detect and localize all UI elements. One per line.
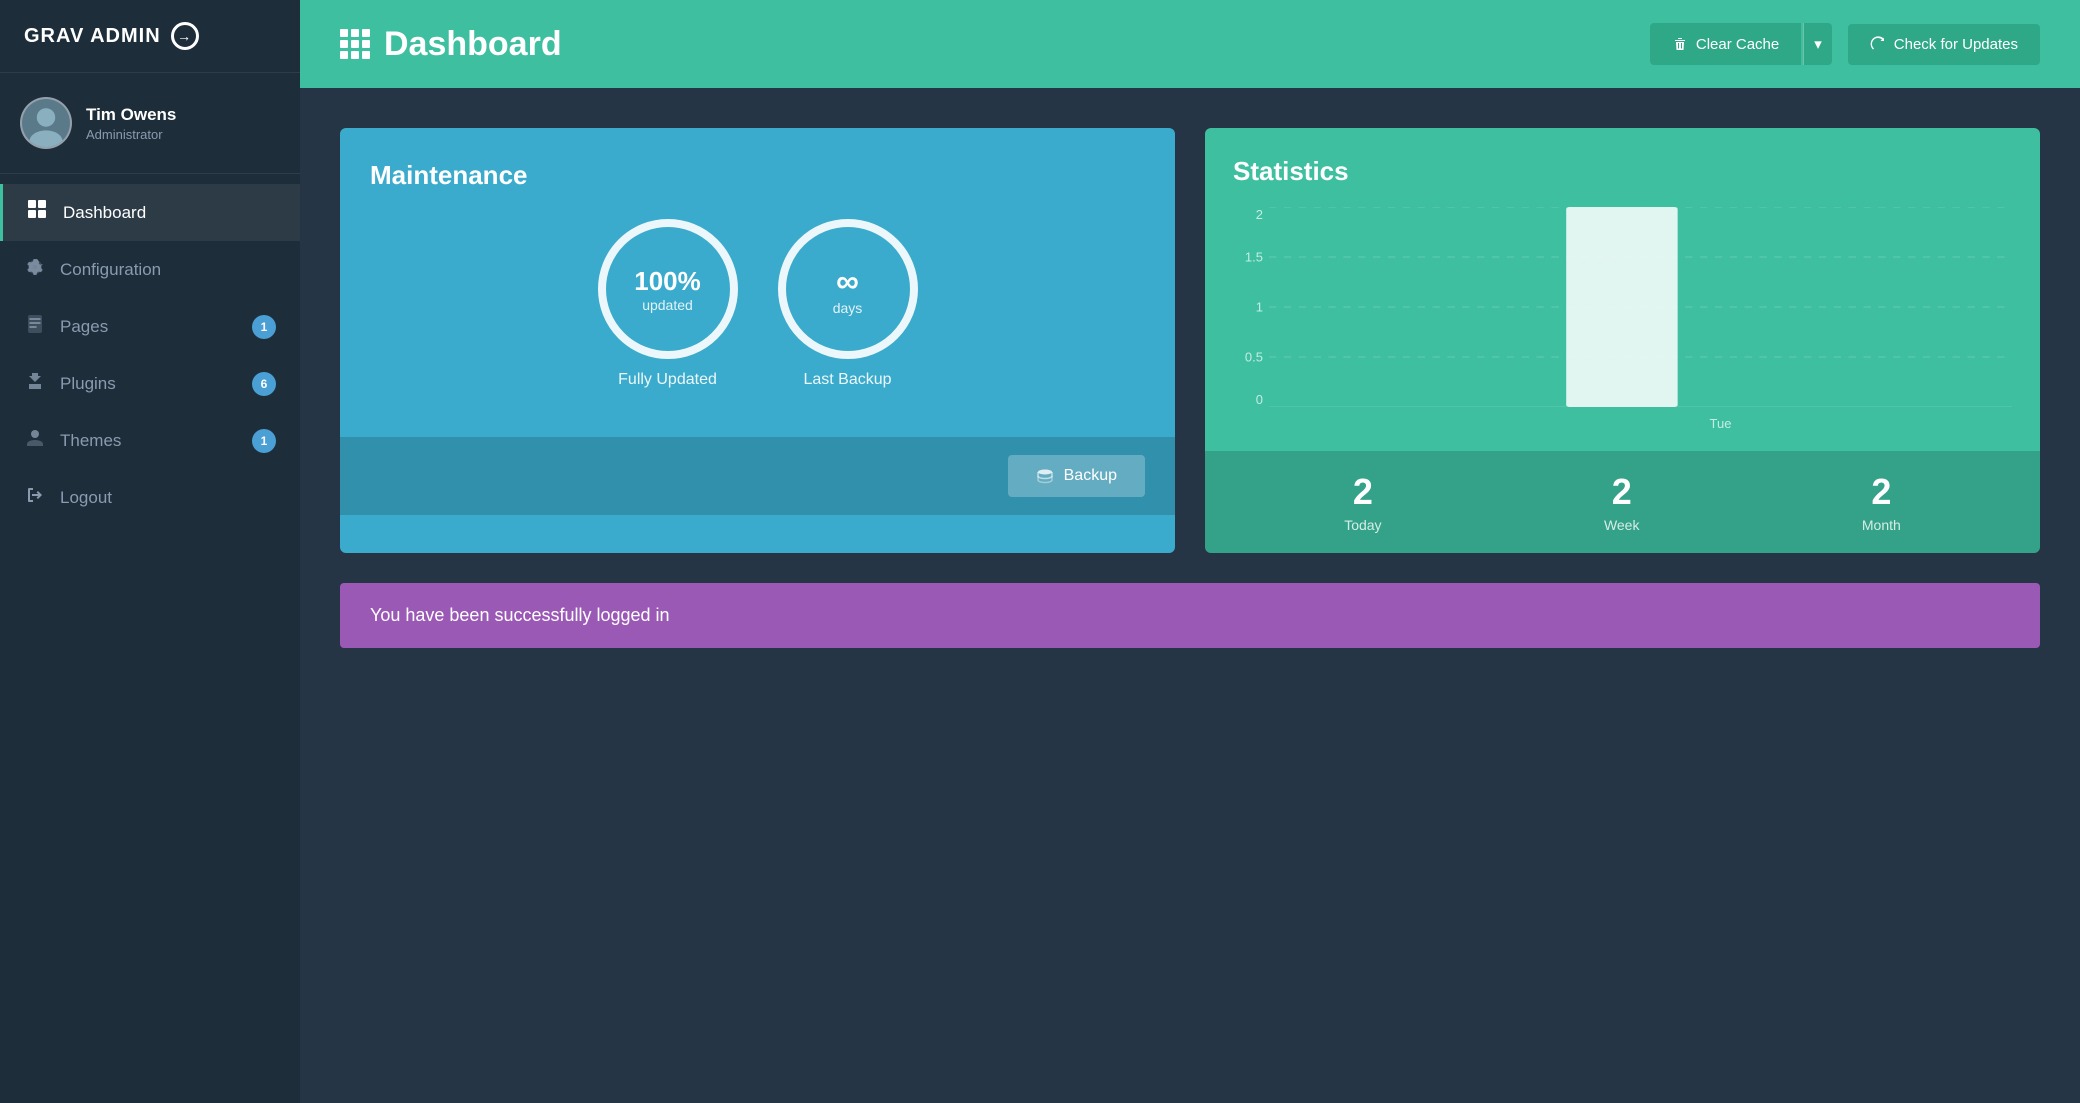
- plugins-badge: 6: [252, 372, 276, 396]
- statistics-footer: 2 Today 2 Week 2 Month: [1205, 451, 2040, 553]
- maintenance-footer: Backup: [340, 437, 1175, 515]
- updated-caption: Fully Updated: [618, 371, 717, 389]
- clear-cache-dropdown-button[interactable]: ▾: [1803, 23, 1832, 65]
- brand-icon: →: [171, 22, 199, 50]
- y-label-1: 1: [1256, 300, 1263, 315]
- stat-month: 2 Month: [1862, 471, 1901, 533]
- user-profile: Tim Owens Administrator: [0, 73, 300, 174]
- sidebar-item-themes[interactable]: Themes 1: [0, 412, 300, 469]
- stat-week-value: 2: [1604, 471, 1640, 513]
- success-message: You have been successfully logged in: [370, 605, 670, 625]
- success-banner: You have been successfully logged in: [340, 583, 2040, 648]
- x-label-tue: Tue: [1710, 416, 1732, 431]
- sidebar-item-label: Dashboard: [63, 203, 146, 223]
- sidebar-item-label: Plugins: [60, 374, 116, 394]
- statistics-title: Statistics: [1233, 156, 2012, 187]
- updated-ring: 100% updated: [598, 219, 738, 359]
- updated-value: 100%: [634, 266, 701, 297]
- dashboard-icon: [27, 200, 49, 225]
- header: Dashboard Clear Cache ▾ Check for Update…: [300, 0, 2080, 88]
- plugins-icon: [24, 371, 46, 396]
- sidebar-item-logout[interactable]: Logout: [0, 469, 300, 526]
- user-name: Tim Owens: [86, 105, 176, 125]
- backup-label: days: [833, 300, 863, 316]
- stat-week-label: Week: [1604, 517, 1640, 533]
- sidebar-item-pages[interactable]: Pages 1: [0, 298, 300, 355]
- stat-today: 2 Today: [1344, 471, 1381, 533]
- header-title-area: Dashboard: [340, 25, 1634, 64]
- themes-icon: [24, 428, 46, 453]
- check-updates-button[interactable]: Check for Updates: [1848, 24, 2040, 65]
- dropdown-chevron-icon: ▾: [1814, 36, 1822, 53]
- clear-cache-button[interactable]: Clear Cache: [1650, 23, 1801, 65]
- stat-week: 2 Week: [1604, 471, 1640, 533]
- stat-month-label: Month: [1862, 517, 1901, 533]
- backup-button[interactable]: Backup: [1008, 455, 1145, 497]
- dashboard-grid: Maintenance 100% updated Fully Updated ∞: [340, 128, 2040, 553]
- themes-badge: 1: [252, 429, 276, 453]
- clear-cache-group: Clear Cache ▾: [1650, 23, 1832, 65]
- trash-icon: [1672, 36, 1688, 52]
- sidebar-item-label: Themes: [60, 431, 121, 451]
- user-role: Administrator: [86, 127, 176, 142]
- backup-value: ∞: [836, 263, 859, 300]
- sidebar-item-dashboard[interactable]: Dashboard: [0, 184, 300, 241]
- sidebar-item-label: Pages: [60, 317, 108, 337]
- maintenance-card: Maintenance 100% updated Fully Updated ∞: [340, 128, 1175, 553]
- stat-today-label: Today: [1344, 517, 1381, 533]
- backup-circle-item: ∞ days Last Backup: [778, 219, 918, 389]
- y-label-2: 2: [1256, 207, 1263, 222]
- refresh-icon: [1870, 36, 1886, 52]
- y-label-0: 0: [1256, 392, 1263, 407]
- statistics-card: Statistics 2 1.5 1 0.5 0: [1205, 128, 2040, 553]
- main-area: Dashboard Clear Cache ▾ Check for Update…: [300, 0, 2080, 1103]
- statistics-body: Statistics 2 1.5 1 0.5 0: [1205, 128, 2040, 451]
- content-area: Maintenance 100% updated Fully Updated ∞: [300, 88, 2080, 1103]
- sidebar-item-plugins[interactable]: Plugins 6: [0, 355, 300, 412]
- check-updates-label: Check for Updates: [1894, 36, 2018, 53]
- backup-caption: Last Backup: [803, 371, 891, 389]
- chart-area: Tue: [1269, 207, 2012, 431]
- pages-badge: 1: [252, 315, 276, 339]
- sidebar-item-configuration[interactable]: Configuration: [0, 241, 300, 298]
- chart-svg: [1269, 207, 2012, 407]
- avatar: [20, 97, 72, 149]
- sidebar: GRAV ADMIN → Tim Owens Administrator: [0, 0, 300, 1103]
- brand[interactable]: GRAV ADMIN →: [0, 0, 300, 73]
- y-label-1-5: 1.5: [1245, 250, 1263, 265]
- backup-label: Backup: [1064, 467, 1117, 485]
- backup-ring: ∞ days: [778, 219, 918, 359]
- configuration-icon: [24, 257, 46, 282]
- maintenance-body: Maintenance 100% updated Fully Updated ∞: [340, 128, 1175, 437]
- page-title: Dashboard: [384, 25, 562, 64]
- clear-cache-label: Clear Cache: [1696, 36, 1779, 53]
- y-label-0-5: 0.5: [1245, 350, 1263, 365]
- updated-circle-item: 100% updated Fully Updated: [598, 219, 738, 389]
- logout-icon: [24, 485, 46, 510]
- stat-month-value: 2: [1862, 471, 1901, 513]
- chart-x-label: Tue: [1269, 416, 2012, 431]
- backup-icon: [1036, 467, 1054, 485]
- stat-today-value: 2: [1344, 471, 1381, 513]
- maintenance-circles: 100% updated Fully Updated ∞ days Last B…: [370, 219, 1145, 389]
- maintenance-title: Maintenance: [370, 160, 528, 191]
- brand-title: GRAV ADMIN: [24, 25, 161, 48]
- updated-label: updated: [642, 297, 693, 313]
- sidebar-item-label: Logout: [60, 488, 112, 508]
- sidebar-item-label: Configuration: [60, 260, 161, 280]
- chart-y-axis: 2 1.5 1 0.5 0: [1233, 207, 1269, 407]
- header-grid-icon: [340, 29, 370, 59]
- pages-icon: [24, 314, 46, 339]
- sidebar-nav: Dashboard Configuration Pages 1: [0, 174, 300, 1103]
